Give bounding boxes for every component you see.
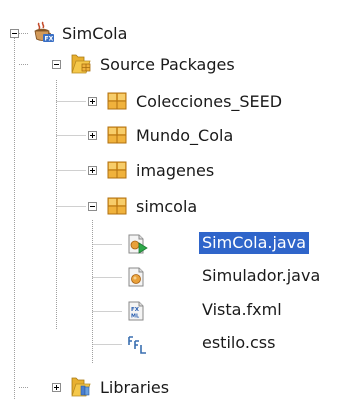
expand-toggle-mundo-cola[interactable] — [88, 131, 97, 140]
tree-node-file[interactable]: Simulador.java — [199, 265, 323, 287]
svg-text:FX: FX — [45, 36, 54, 43]
tree-node-simcola-project[interactable]: SimCola — [59, 23, 130, 45]
tree-node-libraries[interactable]: Libraries — [97, 377, 172, 399]
collapse-toggle-simcola-project[interactable] — [10, 29, 19, 38]
tree-node-source-packages[interactable]: Source Packages — [97, 54, 238, 76]
tree-node-package[interactable]: Mundo_Cola — [133, 125, 236, 147]
tree-node-file[interactable]: estilo.css — [199, 332, 278, 354]
tree-node-package[interactable]: Colecciones_SEED — [133, 91, 285, 113]
tree-node-package[interactable]: imagenes — [133, 160, 217, 182]
package-icon — [107, 92, 127, 110]
java-main-class-icon — [128, 234, 148, 254]
expand-toggle-libraries[interactable] — [52, 383, 61, 392]
tree-node-file-selected[interactable]: SimCola.java — [199, 232, 310, 254]
css-file-icon — [128, 336, 146, 354]
tree-node-file[interactable]: Vista.fxml — [199, 299, 285, 321]
expand-toggle-colecciones-seed[interactable] — [88, 97, 97, 106]
fxml-file-icon: FX ML — [128, 301, 144, 321]
svg-text:ML: ML — [131, 314, 140, 320]
coffee-cup-project-icon: FX — [34, 21, 54, 43]
source-folder-icon — [71, 54, 91, 74]
java-class-icon — [128, 267, 144, 287]
package-icon — [107, 161, 127, 179]
libraries-folder-icon — [71, 377, 91, 397]
package-icon — [107, 197, 127, 215]
collapse-toggle-source-packages[interactable] — [52, 60, 61, 69]
expand-toggle-imagenes[interactable] — [88, 166, 97, 175]
package-icon — [107, 126, 127, 144]
svg-text:FX: FX — [131, 307, 140, 313]
tree-node-package[interactable]: simcola — [133, 196, 200, 218]
project-tree: FX SimCola Source Packages Colecciones_S… — [0, 0, 349, 400]
collapse-toggle-simcola-package[interactable] — [88, 202, 97, 211]
